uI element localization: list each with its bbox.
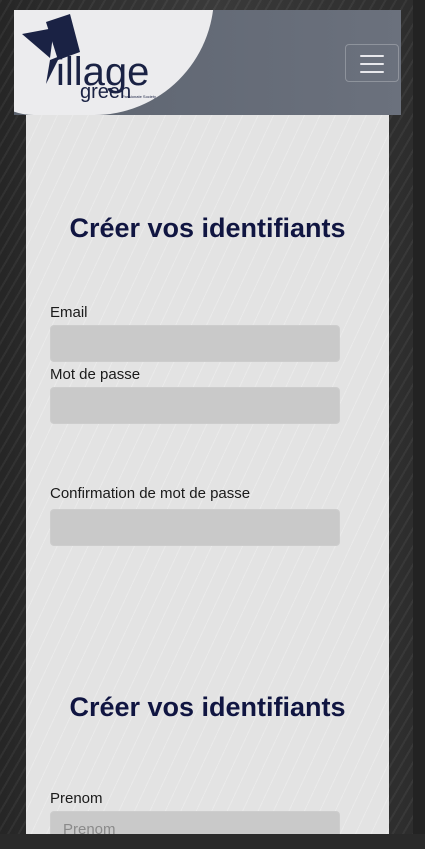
credentials-title: Créer vos identifiants — [69, 213, 346, 243]
password-confirm-label: Confirmation de mot de passe — [50, 485, 251, 502]
email-label: Email — [50, 304, 88, 321]
hamburger-icon — [360, 63, 384, 65]
email-field[interactable] — [50, 325, 340, 362]
window-edge — [413, 0, 425, 849]
window-bottom-edge — [0, 834, 425, 849]
password-label: Mot de passe — [50, 366, 141, 383]
logo-emblem-left — [22, 28, 54, 58]
password-field[interactable] — [50, 387, 340, 424]
hamburger-icon — [360, 71, 384, 73]
identity-title: Créer vos identifiants — [69, 692, 346, 722]
village-green-logo[interactable]: illage green Passionate Society — [20, 12, 200, 102]
prenom-field[interactable] — [50, 811, 340, 834]
navbar-toggler-button[interactable] — [345, 44, 399, 82]
navbar: illage green Passionate Society — [14, 10, 401, 115]
prenom-label: Prenom — [50, 790, 103, 807]
hamburger-icon — [360, 55, 384, 57]
password-confirm-field[interactable] — [50, 509, 340, 546]
form-panel: Créer vos identifiants Email Mot de pass… — [26, 115, 389, 834]
logo-tagline: Passionate Society — [122, 94, 156, 99]
